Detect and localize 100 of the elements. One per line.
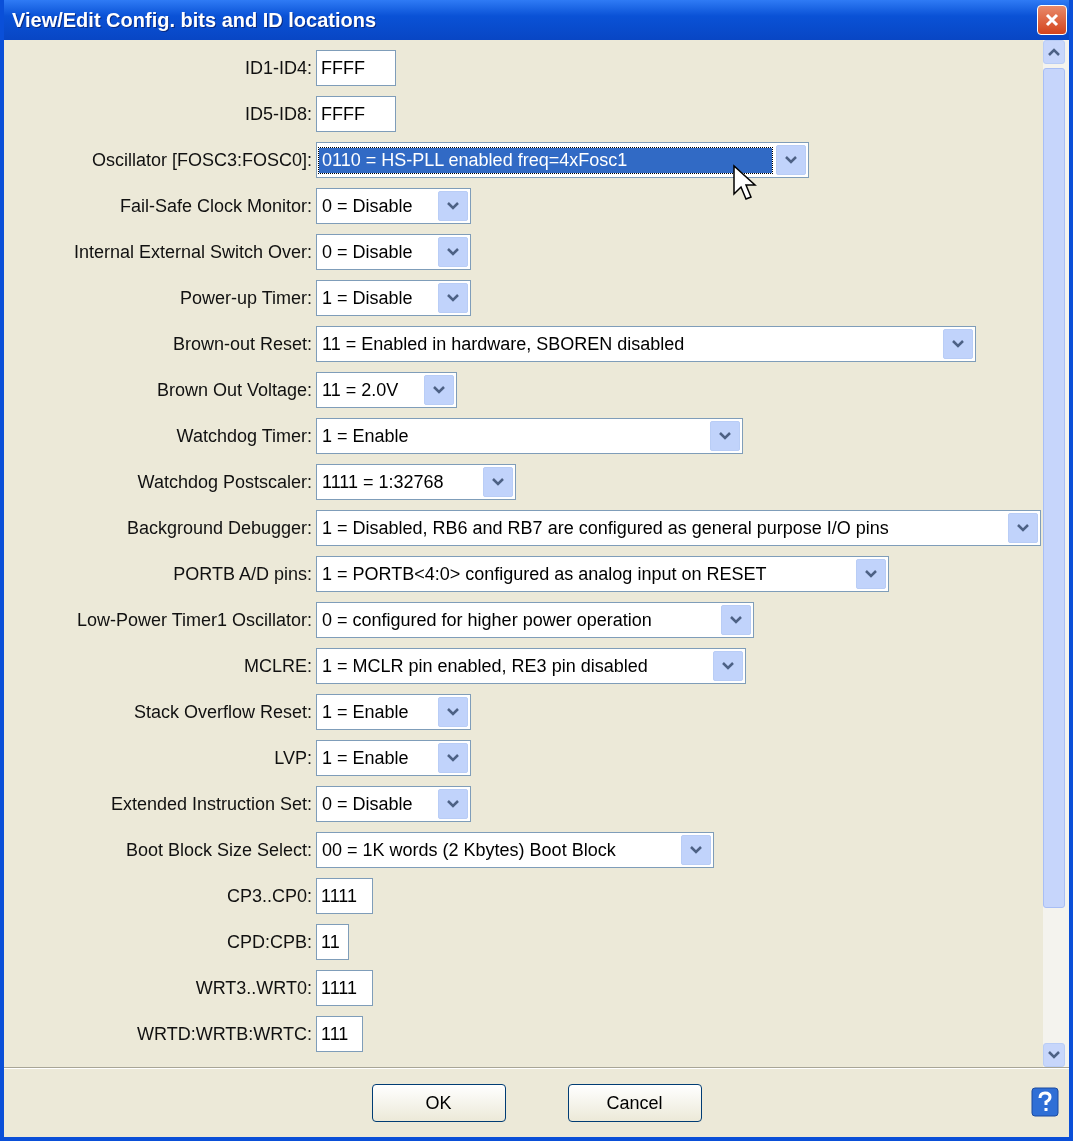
dropdown-button[interactable] xyxy=(721,605,751,635)
field-label: Extended Instruction Set: xyxy=(109,793,313,815)
chevron-down-icon xyxy=(446,799,460,809)
field-label: Boot Block Size Select: xyxy=(124,839,313,861)
dropdown-value: 0 = Disable xyxy=(321,792,414,816)
close-button[interactable] xyxy=(1037,5,1067,35)
field-label: CP3..CP0: xyxy=(225,885,313,907)
input-field[interactable]: FFFF xyxy=(316,96,396,132)
dropdown-value: 11 = Enabled in hardware, SBOREN disabled xyxy=(321,332,686,356)
dropdown-value: 0 = Disable xyxy=(321,240,414,264)
dropdown-button[interactable] xyxy=(713,651,743,681)
dropdown-value: 11 = 2.0V xyxy=(321,378,400,402)
mouse-pointer-icon xyxy=(732,164,758,202)
dropdown[interactable]: 0 = Disable xyxy=(316,234,471,270)
chevron-down-icon xyxy=(446,293,460,303)
field-label: Fail-Safe Clock Monitor: xyxy=(118,195,313,217)
chevron-down-icon xyxy=(718,431,732,441)
field-label: Brown-out Reset: xyxy=(171,333,313,355)
dropdown-button[interactable] xyxy=(1008,513,1038,543)
dropdown-value: 1 = Disabled, RB6 and RB7 are configured as general purpose I/O pins xyxy=(321,516,890,540)
dropdown-button[interactable] xyxy=(681,835,711,865)
dropdown[interactable]: 11 = 2.0V xyxy=(316,372,457,408)
dropdown[interactable]: 0 = configured for higher power operation xyxy=(316,602,754,638)
field-label: Power-up Timer: xyxy=(178,287,313,309)
dropdown-value: 1 = PORTB<4:0> configured as analog input on RESET xyxy=(321,562,768,586)
dropdown[interactable]: 1 = Enable xyxy=(316,418,743,454)
window-title: View/Edit Config. bits and ID locations xyxy=(12,8,377,32)
dropdown-value: 0 = Disable xyxy=(321,194,414,218)
dropdown-value: 0110 = HS-PLL enabled freq=4xFosc1 xyxy=(319,147,772,173)
dropdown-button[interactable] xyxy=(438,697,468,727)
chevron-down-icon xyxy=(432,385,446,395)
chevron-down-icon xyxy=(446,707,460,717)
field-label: LVP: xyxy=(273,747,313,769)
dropdown-value: 00 = 1K words (2 Kbytes) Boot Block xyxy=(321,838,617,862)
dropdown-button[interactable] xyxy=(483,467,513,497)
input-field[interactable]: 111 xyxy=(316,1016,363,1052)
dropdown[interactable]: 1 = PORTB<4:0> configured as analog input on RESET xyxy=(316,556,889,592)
field-label: Watchdog Timer: xyxy=(175,425,313,447)
dropdown-button[interactable] xyxy=(943,329,973,359)
dropdown[interactable]: 1 = Disable xyxy=(316,280,471,316)
chevron-down-icon xyxy=(491,477,505,487)
dropdown-value: 1 = Enable xyxy=(321,746,410,770)
field-label: WRT3..WRT0: xyxy=(194,977,313,999)
chevron-down-icon xyxy=(446,247,460,257)
dropdown-value: 1 = MCLR pin enabled, RE3 pin disabled xyxy=(321,654,649,678)
cancel-button[interactable]: Cancel xyxy=(567,1084,702,1122)
chevron-down-icon xyxy=(784,155,798,165)
field-label: Oscillator [FOSC3:FOSC0]: xyxy=(90,149,313,171)
help-icon[interactable] xyxy=(1031,1087,1059,1117)
scroll-up-icon xyxy=(1047,47,1061,57)
scroll-thumb[interactable] xyxy=(1043,68,1065,908)
dropdown-button[interactable] xyxy=(710,421,740,451)
chevron-down-icon xyxy=(1047,1050,1061,1060)
field-label: PORTB A/D pins: xyxy=(172,563,313,585)
chevron-down-icon xyxy=(689,845,703,855)
dropdown-button[interactable] xyxy=(438,743,468,773)
field-label: ID5-ID8: xyxy=(243,103,313,125)
close-icon xyxy=(1044,12,1060,28)
dropdown-value: 0 = configured for higher power operation xyxy=(321,608,653,632)
input-field[interactable]: 1111 xyxy=(316,878,373,914)
field-label: Low-Power Timer1 Oscillator: xyxy=(75,609,313,631)
dropdown-button[interactable] xyxy=(438,191,468,221)
scroll-down-button[interactable] xyxy=(1043,1043,1065,1067)
field-label: CPD:CPB: xyxy=(225,931,313,953)
input-field[interactable]: FFFF xyxy=(316,50,396,86)
dropdown-button[interactable] xyxy=(856,559,886,589)
input-field[interactable]: 11 xyxy=(316,924,349,960)
field-label: Stack Overflow Reset: xyxy=(132,701,313,723)
field-label: Internal External Switch Over: xyxy=(72,241,313,263)
dropdown[interactable]: 0 = Disable xyxy=(316,786,471,822)
dropdown-button[interactable] xyxy=(438,789,468,819)
field-label: ID1-ID4: xyxy=(243,57,313,79)
chevron-down-icon xyxy=(951,339,965,349)
dropdown[interactable]: 1 = Enable xyxy=(316,740,471,776)
field-label: Background Debugger: xyxy=(125,517,313,539)
scroll-up-button[interactable] xyxy=(1043,40,1065,64)
dropdown[interactable]: 1 = Enable xyxy=(316,694,471,730)
dropdown[interactable]: 11 = Enabled in hardware, SBOREN disabled xyxy=(316,326,976,362)
scrollbar[interactable] xyxy=(1043,40,1069,1067)
field-label: Brown Out Voltage: xyxy=(155,379,313,401)
dropdown-button[interactable] xyxy=(438,237,468,267)
dropdown-button[interactable] xyxy=(424,375,454,405)
field-label: MCLRE: xyxy=(243,655,313,677)
dropdown[interactable]: 00 = 1K words (2 Kbytes) Boot Block xyxy=(316,832,714,868)
chevron-down-icon xyxy=(729,615,743,625)
input-field[interactable]: 1111 xyxy=(316,970,373,1006)
chevron-down-icon xyxy=(446,753,460,763)
dropdown[interactable]: 0 = Disable xyxy=(316,188,471,224)
ok-button[interactable]: OK xyxy=(371,1084,506,1122)
dropdown-value: 1 = Disable xyxy=(321,286,414,310)
dropdown[interactable]: 1 = MCLR pin enabled, RE3 pin disabled xyxy=(316,648,746,684)
dropdown-value: 1 = Enable xyxy=(321,424,410,448)
dropdown-value: 1111 = 1:32768 xyxy=(321,470,445,494)
chevron-down-icon xyxy=(864,569,878,579)
dropdown[interactable]: 1 = Disabled, RB6 and RB7 are configured as general purpose I/O pins xyxy=(316,510,1041,546)
dropdown-button[interactable] xyxy=(438,283,468,313)
dropdown[interactable]: 1111 = 1:32768 xyxy=(316,464,516,500)
dropdown-value: 1 = Enable xyxy=(321,700,410,724)
dropdown-button[interactable] xyxy=(776,145,806,175)
dropdown[interactable]: 0110 = HS-PLL enabled freq=4xFosc1 xyxy=(316,142,809,178)
